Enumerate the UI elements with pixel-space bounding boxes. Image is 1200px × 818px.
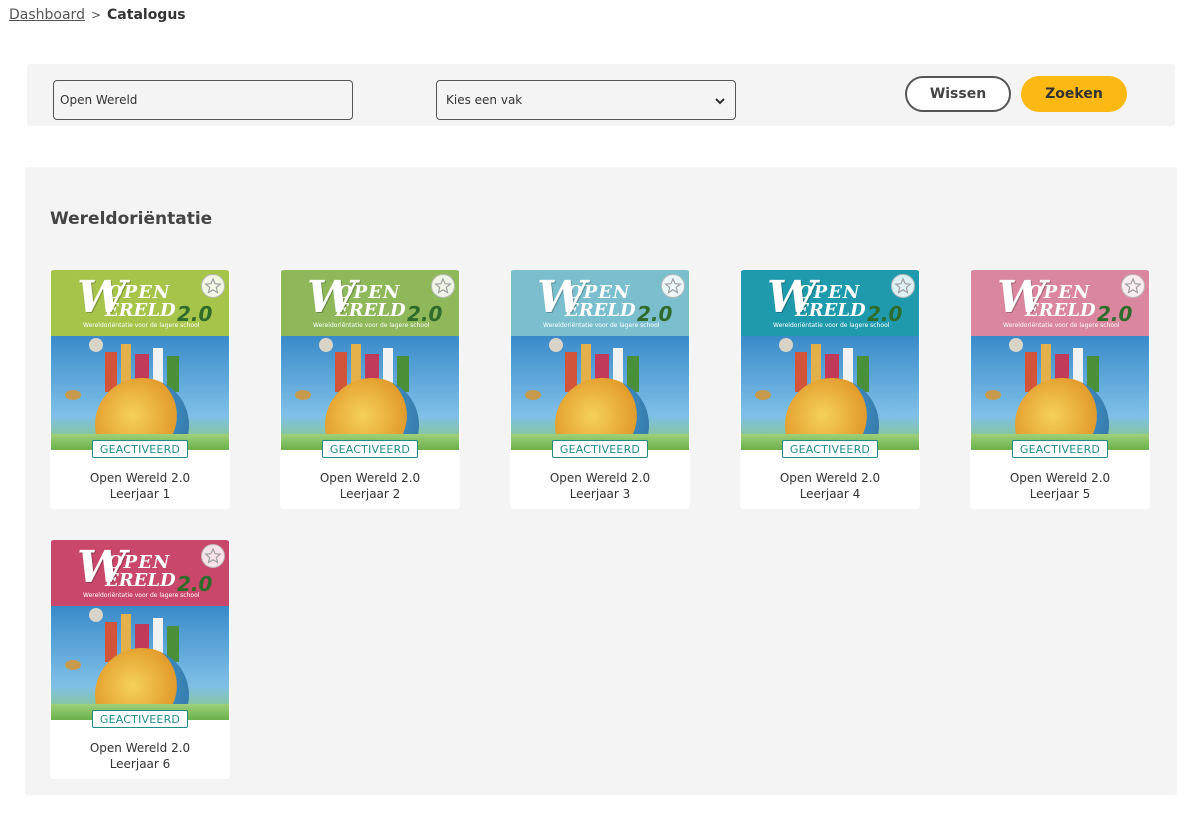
breadcrumb: Dashboard > Catalogus (9, 7, 186, 23)
product-card[interactable]: W OPEN ERELD 2.0 Wereldoriëntatie voor d… (50, 540, 230, 779)
status-badge: GEACTIVEERD (92, 710, 188, 728)
results-panel: Wereldoriëntatie W OPEN ERELD 2.0 Wereld… (25, 167, 1177, 795)
favorite-star-icon[interactable] (661, 274, 685, 298)
logo-version: 2.0 (407, 302, 443, 326)
product-grade: Leerjaar 6 (109, 757, 171, 771)
favorite-star-icon[interactable] (201, 274, 225, 298)
product-name: Open Wereld 2.0 (549, 471, 651, 485)
cover-subtitle: Wereldoriëntatie voor de lagere school (83, 322, 200, 329)
logo-version: 2.0 (867, 302, 903, 326)
open-wereld-logo: W OPEN ERELD 2.0 (767, 276, 902, 325)
product-card[interactable]: W OPEN ERELD 2.0 Wereldoriëntatie voor d… (510, 270, 690, 509)
subject-select[interactable]: Kies een vak (436, 80, 736, 120)
status-badge: GEACTIVEERD (552, 440, 648, 458)
logo-version: 2.0 (177, 302, 213, 326)
logo-wereld: ERELD (105, 570, 176, 591)
status-badge: GEACTIVEERD (92, 440, 188, 458)
product-name: Open Wereld 2.0 (89, 471, 191, 485)
section-title: Wereldoriëntatie (50, 209, 213, 229)
planet-illustration (755, 390, 771, 400)
product-title: Open Wereld 2.0 Leerjaar 2 (280, 470, 460, 502)
product-grade: Leerjaar 5 (1029, 487, 1091, 501)
product-card[interactable]: W OPEN ERELD 2.0 Wereldoriëntatie voor d… (740, 270, 920, 509)
product-cover: W OPEN ERELD 2.0 Wereldoriëntatie voor d… (281, 270, 459, 450)
breadcrumb-current: Catalogus (107, 7, 186, 23)
logo-wereld: ERELD (1025, 300, 1096, 321)
open-wereld-logo: W OPEN ERELD 2.0 (77, 546, 212, 595)
product-grade: Leerjaar 2 (339, 487, 401, 501)
product-card[interactable]: W OPEN ERELD 2.0 Wereldoriëntatie voor d… (280, 270, 460, 509)
chevron-down-icon (715, 98, 725, 105)
status-badge: GEACTIVEERD (782, 440, 878, 458)
open-wereld-logo: W OPEN ERELD 2.0 (77, 276, 212, 325)
favorite-star-icon[interactable] (201, 544, 225, 568)
product-title: Open Wereld 2.0 Leerjaar 4 (740, 470, 920, 502)
logo-wereld: ERELD (105, 300, 176, 321)
product-title: Open Wereld 2.0 Leerjaar 5 (970, 470, 1150, 502)
search-input[interactable] (53, 80, 353, 120)
search-button[interactable]: Zoeken (1021, 76, 1127, 112)
product-name: Open Wereld 2.0 (89, 741, 191, 755)
planet-illustration (985, 390, 1001, 400)
product-card[interactable]: W OPEN ERELD 2.0 Wereldoriëntatie voor d… (50, 270, 230, 509)
breadcrumb-separator: > (90, 8, 102, 22)
cover-subtitle: Wereldoriëntatie voor de lagere school (313, 322, 430, 329)
product-cover: W OPEN ERELD 2.0 Wereldoriëntatie voor d… (741, 270, 919, 450)
open-wereld-logo: W OPEN ERELD 2.0 (537, 276, 672, 325)
product-name: Open Wereld 2.0 (319, 471, 421, 485)
product-title: Open Wereld 2.0 Leerjaar 3 (510, 470, 690, 502)
cover-subtitle: Wereldoriëntatie voor de lagere school (543, 322, 660, 329)
logo-version: 2.0 (1097, 302, 1133, 326)
status-badge: GEACTIVEERD (322, 440, 418, 458)
clear-button[interactable]: Wissen (905, 76, 1011, 112)
open-wereld-logo: W OPEN ERELD 2.0 (307, 276, 442, 325)
product-grade: Leerjaar 3 (569, 487, 631, 501)
cover-subtitle: Wereldoriëntatie voor de lagere school (1003, 322, 1120, 329)
favorite-star-icon[interactable] (431, 274, 455, 298)
planet-illustration (525, 390, 541, 400)
logo-wereld: ERELD (565, 300, 636, 321)
product-grade: Leerjaar 1 (109, 487, 171, 501)
favorite-star-icon[interactable] (891, 274, 915, 298)
product-title: Open Wereld 2.0 Leerjaar 1 (50, 470, 230, 502)
planet-illustration (65, 390, 81, 400)
logo-version: 2.0 (177, 572, 213, 596)
logo-wereld: ERELD (795, 300, 866, 321)
product-name: Open Wereld 2.0 (779, 471, 881, 485)
planet-illustration (65, 660, 81, 670)
favorite-star-icon[interactable] (1121, 274, 1145, 298)
search-bar: Kies een vak Wissen Zoeken (27, 64, 1175, 126)
product-name: Open Wereld 2.0 (1009, 471, 1111, 485)
product-cover: W OPEN ERELD 2.0 Wereldoriëntatie voor d… (971, 270, 1149, 450)
product-cover: W OPEN ERELD 2.0 Wereldoriëntatie voor d… (51, 540, 229, 720)
subject-select-value: Kies een vak (446, 93, 523, 107)
product-grade: Leerjaar 4 (799, 487, 861, 501)
cover-subtitle: Wereldoriëntatie voor de lagere school (83, 592, 200, 599)
product-title: Open Wereld 2.0 Leerjaar 6 (50, 740, 230, 772)
logo-wereld: ERELD (335, 300, 406, 321)
breadcrumb-dashboard-link[interactable]: Dashboard (9, 7, 85, 23)
logo-version: 2.0 (637, 302, 673, 326)
cover-subtitle: Wereldoriëntatie voor de lagere school (773, 322, 890, 329)
product-cover: W OPEN ERELD 2.0 Wereldoriëntatie voor d… (51, 270, 229, 450)
product-cover: W OPEN ERELD 2.0 Wereldoriëntatie voor d… (511, 270, 689, 450)
product-card[interactable]: W OPEN ERELD 2.0 Wereldoriëntatie voor d… (970, 270, 1150, 509)
open-wereld-logo: W OPEN ERELD 2.0 (997, 276, 1132, 325)
status-badge: GEACTIVEERD (1012, 440, 1108, 458)
planet-illustration (295, 390, 311, 400)
